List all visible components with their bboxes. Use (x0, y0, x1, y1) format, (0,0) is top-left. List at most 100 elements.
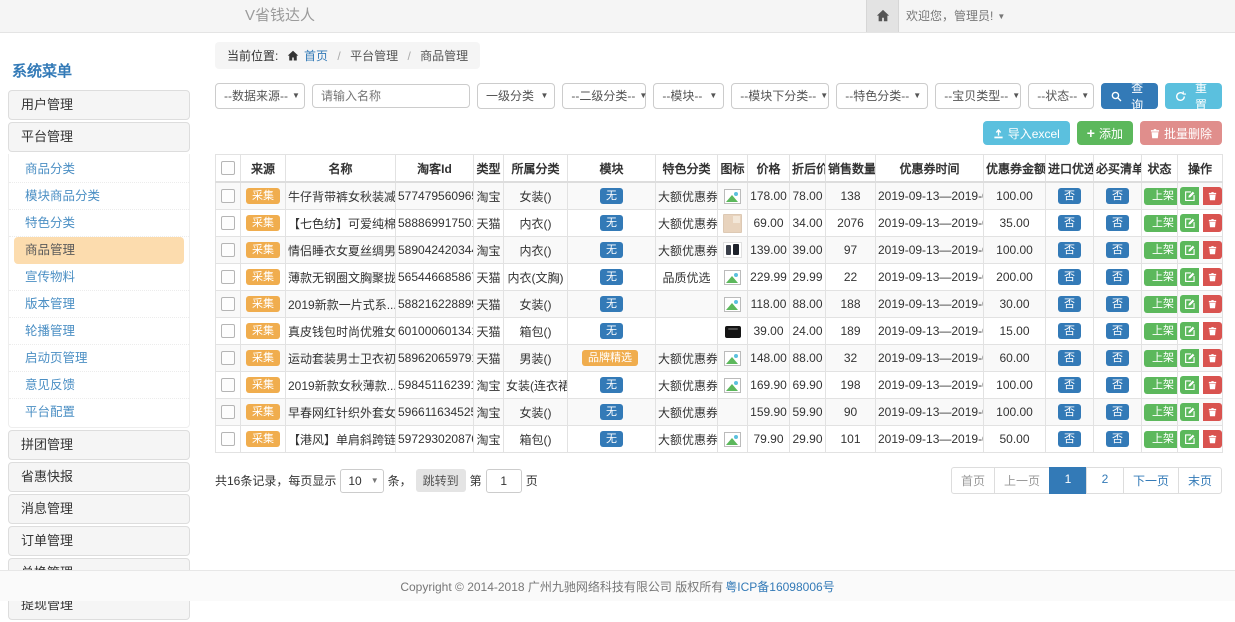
page-next-button[interactable]: 下一页 (1123, 467, 1179, 494)
status-button[interactable]: 上架 (1144, 296, 1178, 313)
module-badge[interactable]: 无 (600, 431, 623, 447)
delete-button[interactable] (1203, 403, 1222, 421)
must-buy-toggle[interactable]: 否 (1106, 215, 1129, 231)
status-button[interactable]: 上架 (1144, 431, 1178, 448)
feature-select[interactable]: --特色分类--▼ (836, 83, 928, 109)
row-checkbox[interactable] (221, 405, 235, 419)
status-button[interactable]: 上架 (1144, 188, 1178, 205)
reset-button[interactable]: 重置 (1165, 83, 1222, 109)
sidebar-item-carousel-management[interactable]: 轮播管理 (9, 318, 189, 345)
status-select[interactable]: --状态--▼ (1028, 83, 1094, 109)
icp-link[interactable]: 粤ICP备16098006号 (725, 578, 834, 595)
module-badge[interactable]: 无 (600, 242, 623, 258)
edit-button[interactable] (1180, 295, 1199, 313)
module-badge[interactable]: 无 (600, 323, 623, 339)
sidebar-item-user-management[interactable]: 用户管理 (8, 90, 190, 120)
edit-button[interactable] (1180, 430, 1199, 448)
row-checkbox[interactable] (221, 324, 235, 338)
home-button[interactable] (866, 0, 899, 32)
page-1-button[interactable]: 1 (1049, 467, 1087, 494)
module-badge[interactable]: 无 (600, 269, 623, 285)
page-first-button[interactable]: 首页 (951, 467, 995, 494)
edit-button[interactable] (1180, 268, 1199, 286)
imported-toggle[interactable]: 否 (1058, 323, 1081, 339)
module-badge[interactable]: 无 (600, 215, 623, 231)
module-sub-select[interactable]: --模块下分类--▼ (731, 83, 829, 109)
status-button[interactable]: 上架 (1144, 404, 1178, 421)
imported-toggle[interactable]: 否 (1058, 431, 1081, 447)
row-checkbox[interactable] (221, 243, 235, 257)
delete-button[interactable] (1203, 322, 1222, 340)
page-prev-button[interactable]: 上一页 (994, 467, 1050, 494)
delete-button[interactable] (1203, 376, 1222, 394)
must-buy-toggle[interactable]: 否 (1106, 431, 1129, 447)
row-checkbox[interactable] (221, 432, 235, 446)
batch-delete-button[interactable]: 批量删除 (1140, 121, 1222, 145)
must-buy-toggle[interactable]: 否 (1106, 350, 1129, 366)
row-checkbox[interactable] (221, 270, 235, 284)
delete-button[interactable] (1203, 430, 1222, 448)
sidebar-item-promo-material[interactable]: 宣传物料 (9, 264, 189, 291)
status-button[interactable]: 上架 (1144, 269, 1178, 286)
breadcrumb-home-link[interactable]: 首页 (304, 49, 328, 63)
breadcrumb-platform[interactable]: 平台管理 (350, 49, 398, 63)
delete-button[interactable] (1203, 187, 1222, 205)
imported-toggle[interactable]: 否 (1058, 242, 1081, 258)
sidebar-item-platform-config[interactable]: 平台配置 (9, 399, 189, 425)
delete-button[interactable] (1203, 349, 1222, 367)
must-buy-toggle[interactable]: 否 (1106, 404, 1129, 420)
sidebar-item-feedback[interactable]: 意见反馈 (9, 372, 189, 399)
imported-toggle[interactable]: 否 (1058, 350, 1081, 366)
module-badge[interactable]: 无 (600, 377, 623, 393)
page-last-button[interactable]: 末页 (1178, 467, 1222, 494)
must-buy-toggle[interactable]: 否 (1106, 269, 1129, 285)
delete-button[interactable] (1203, 241, 1222, 259)
delete-button[interactable] (1203, 268, 1222, 286)
page-2-button[interactable]: 2 (1086, 467, 1124, 494)
row-checkbox[interactable] (221, 351, 235, 365)
category1-select[interactable]: 一级分类▼ (477, 83, 555, 109)
sidebar-item-module-goods-category[interactable]: 模块商品分类 (9, 183, 189, 210)
sidebar-item-platform-management[interactable]: 平台管理 (8, 122, 190, 152)
page-size-select[interactable]: 10▼ (340, 469, 383, 493)
module-badge[interactable]: 无 (600, 296, 623, 312)
row-checkbox[interactable] (221, 297, 235, 311)
status-button[interactable]: 上架 (1144, 350, 1178, 367)
sidebar-item-goods-category[interactable]: 商品分类 (9, 156, 189, 183)
sidebar-item-order-management[interactable]: 订单管理 (8, 526, 190, 556)
sidebar-item-version-management[interactable]: 版本管理 (9, 291, 189, 318)
delete-button[interactable] (1203, 295, 1222, 313)
must-buy-toggle[interactable]: 否 (1106, 377, 1129, 393)
sidebar-item-goods-management[interactable]: 商品管理 (14, 237, 184, 264)
must-buy-toggle[interactable]: 否 (1106, 296, 1129, 312)
module-badge[interactable]: 无 (600, 404, 623, 420)
row-checkbox[interactable] (221, 378, 235, 392)
edit-button[interactable] (1180, 349, 1199, 367)
sidebar-item-groupbuy-management[interactable]: 拼团管理 (8, 430, 190, 460)
status-button[interactable]: 上架 (1144, 215, 1178, 232)
imported-toggle[interactable]: 否 (1058, 404, 1081, 420)
module-select[interactable]: --模块--▼ (653, 83, 724, 109)
module-badge[interactable]: 无 (600, 188, 623, 204)
imported-toggle[interactable]: 否 (1058, 188, 1081, 204)
imported-toggle[interactable]: 否 (1058, 377, 1081, 393)
jump-page-input[interactable] (486, 469, 522, 493)
sidebar-item-savings-express[interactable]: 省惠快报 (8, 462, 190, 492)
add-button[interactable]: + 添加 (1077, 121, 1133, 145)
search-button[interactable]: 查询 (1101, 83, 1158, 109)
user-menu[interactable]: 欢迎您，管理员!▼ (906, 0, 1005, 33)
must-buy-toggle[interactable]: 否 (1106, 242, 1129, 258)
row-checkbox[interactable] (221, 189, 235, 203)
import-excel-button[interactable]: 导入excel (983, 121, 1070, 145)
must-buy-toggle[interactable]: 否 (1106, 323, 1129, 339)
imported-toggle[interactable]: 否 (1058, 215, 1081, 231)
item-type-select[interactable]: --宝贝类型--▼ (935, 83, 1021, 109)
status-button[interactable]: 上架 (1144, 377, 1178, 394)
status-button[interactable]: 上架 (1144, 242, 1178, 259)
data-source-select[interactable]: --数据来源--▼ (215, 83, 305, 109)
jump-button[interactable]: 跳转到 (416, 469, 466, 492)
edit-button[interactable] (1180, 403, 1199, 421)
sidebar-item-feature-category[interactable]: 特色分类 (9, 210, 189, 237)
edit-button[interactable] (1180, 241, 1199, 259)
sidebar-item-message-management[interactable]: 消息管理 (8, 494, 190, 524)
